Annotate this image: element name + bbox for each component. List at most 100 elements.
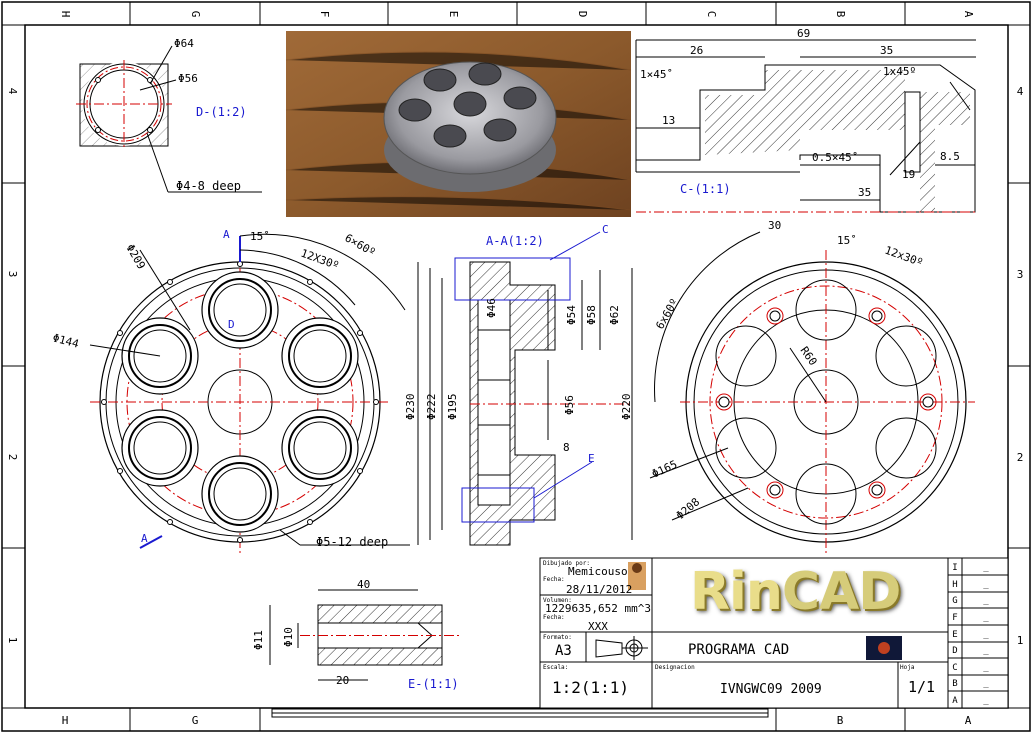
date2-label: Fecha:	[543, 614, 565, 621]
dim-dia195: Φ195	[446, 394, 459, 421]
dim-26: 26	[690, 44, 703, 57]
dim-chamfer-3: 0.5×45˚	[812, 151, 858, 164]
row-label: 3	[6, 271, 19, 278]
col-label: B	[837, 714, 844, 727]
rev-letter: B	[952, 679, 957, 689]
dim-dia220: Φ220	[620, 394, 633, 421]
angle-6x60: 6×60º	[343, 231, 378, 259]
dim-40: 40	[357, 578, 370, 591]
logo-part-a: Rin	[690, 562, 783, 622]
row-label: 1	[1017, 634, 1024, 647]
dim-dia209: Φ209	[123, 242, 148, 271]
dim-holes-d: Φ4-8 deep	[176, 179, 241, 193]
col-label: H	[62, 714, 69, 727]
dim-dia10: Φ10	[282, 627, 295, 647]
section-aa-label: A-A(1:2)	[486, 234, 544, 248]
dim-13: 13	[662, 114, 675, 127]
format-label: Formato:	[543, 634, 572, 641]
row-label: 4	[6, 88, 19, 95]
dim-19: 19	[902, 168, 915, 181]
dim-dia64: Φ64	[174, 37, 194, 50]
col-label: B	[834, 11, 847, 18]
scale-label: Escala:	[543, 664, 568, 671]
dim-dia230: Φ230	[404, 394, 417, 421]
dim-dia46: Φ46	[485, 298, 498, 318]
dim-35a: 35	[880, 44, 893, 57]
col-label: A	[962, 11, 975, 18]
dim-dia144: Φ144	[51, 331, 80, 351]
section-a-top: A	[223, 228, 230, 241]
col-label: A	[965, 714, 972, 727]
dim-dia54: Φ54	[565, 305, 578, 325]
drawing-sheet: H G F E D C B A H G B A 4 3 2 1 4 3 2 1 …	[1, 1, 1031, 732]
program-name: PROGRAMA CAD	[688, 642, 789, 658]
date: 28/11/2012	[566, 583, 632, 596]
rev-letter: D	[952, 646, 957, 656]
rev-letter: I	[952, 563, 957, 573]
col-label: H	[59, 11, 72, 18]
format: A3	[555, 643, 572, 659]
angle-15: 15˚	[250, 230, 270, 243]
rev-mark: _	[983, 696, 989, 706]
col-label: G	[192, 714, 199, 727]
dim-chamfer-1: 1×45˚	[640, 68, 673, 81]
logo-part-b: CAD	[781, 562, 902, 622]
dim-holes-front: Φ5-12 deep	[316, 535, 388, 549]
angle-12x30: 12X30º	[299, 247, 341, 273]
dim-dia62: Φ62	[608, 305, 621, 325]
rev-letter: A	[952, 696, 958, 706]
detail-e-label: E-(1:1)	[408, 677, 459, 691]
rev-mark: _	[983, 613, 989, 623]
dim-35b: 35	[858, 186, 871, 199]
section-a-bottom: A	[141, 532, 148, 545]
drawn-by: Memicouso	[568, 565, 628, 578]
row-label: 2	[1017, 451, 1024, 464]
detail-e-mark: E	[588, 452, 595, 465]
designation: IVNGWC09 2009	[720, 682, 822, 697]
dim-8: 8	[563, 441, 570, 454]
detail-c-label: C-(1:1)	[680, 182, 731, 196]
col-label: G	[189, 11, 202, 18]
rev-letter: G	[952, 596, 957, 606]
dim-dia56: Φ56	[563, 395, 576, 415]
dim-dia208: Φ208	[674, 495, 703, 522]
rev-mark: _	[983, 630, 989, 640]
dim-chamfer-2: 1x45º	[883, 65, 916, 78]
front-view	[89, 233, 410, 555]
dim-dia222: Φ222	[425, 394, 438, 421]
angle-6x60: 6x60º	[653, 296, 681, 331]
date2: XXX	[588, 620, 608, 633]
rev-letter: H	[952, 580, 957, 590]
detail-view-d: Φ64 Φ56 D-(1:2) Φ4-8 deep	[76, 37, 262, 193]
rev-mark: _	[983, 580, 989, 590]
row-label: 2	[6, 454, 19, 461]
rev-letter: C	[952, 663, 957, 673]
dim-dia56: Φ56	[178, 72, 198, 85]
dim-dia165: Φ165	[650, 458, 680, 481]
detail-d-mark: D	[228, 318, 235, 331]
dim-dia58: Φ58	[585, 305, 598, 325]
row-label: 3	[1017, 268, 1024, 281]
render-photo	[285, 31, 632, 217]
rev-letter: F	[952, 613, 957, 623]
dim-20: 20	[336, 674, 349, 687]
angle-12x30: 12x30º	[883, 244, 925, 270]
scale: 1:2(1:1)	[552, 678, 629, 697]
col-label: E	[447, 11, 460, 18]
sheet: 1/1	[908, 678, 935, 696]
rev-letter: E	[952, 630, 957, 640]
col-label: D	[576, 11, 589, 18]
rincad-logo: RinCAD	[690, 562, 902, 622]
section-view-aa	[417, 231, 633, 546]
rev-mark: _	[983, 663, 989, 673]
detail-d-label: D-(1:2)	[196, 105, 247, 119]
row-label: 4	[1017, 85, 1024, 98]
row-label: 1	[6, 637, 19, 644]
designation-label: Designacion	[655, 664, 695, 671]
rev-mark: _	[983, 563, 989, 573]
col-label: F	[318, 11, 331, 18]
detail-view-e	[269, 589, 460, 681]
col-label: C	[705, 11, 718, 18]
back-view-labels: 30 15˚ 12x30º 6x60º R60 Φ165 Φ208	[650, 219, 925, 522]
rev-mark: _	[983, 596, 989, 606]
